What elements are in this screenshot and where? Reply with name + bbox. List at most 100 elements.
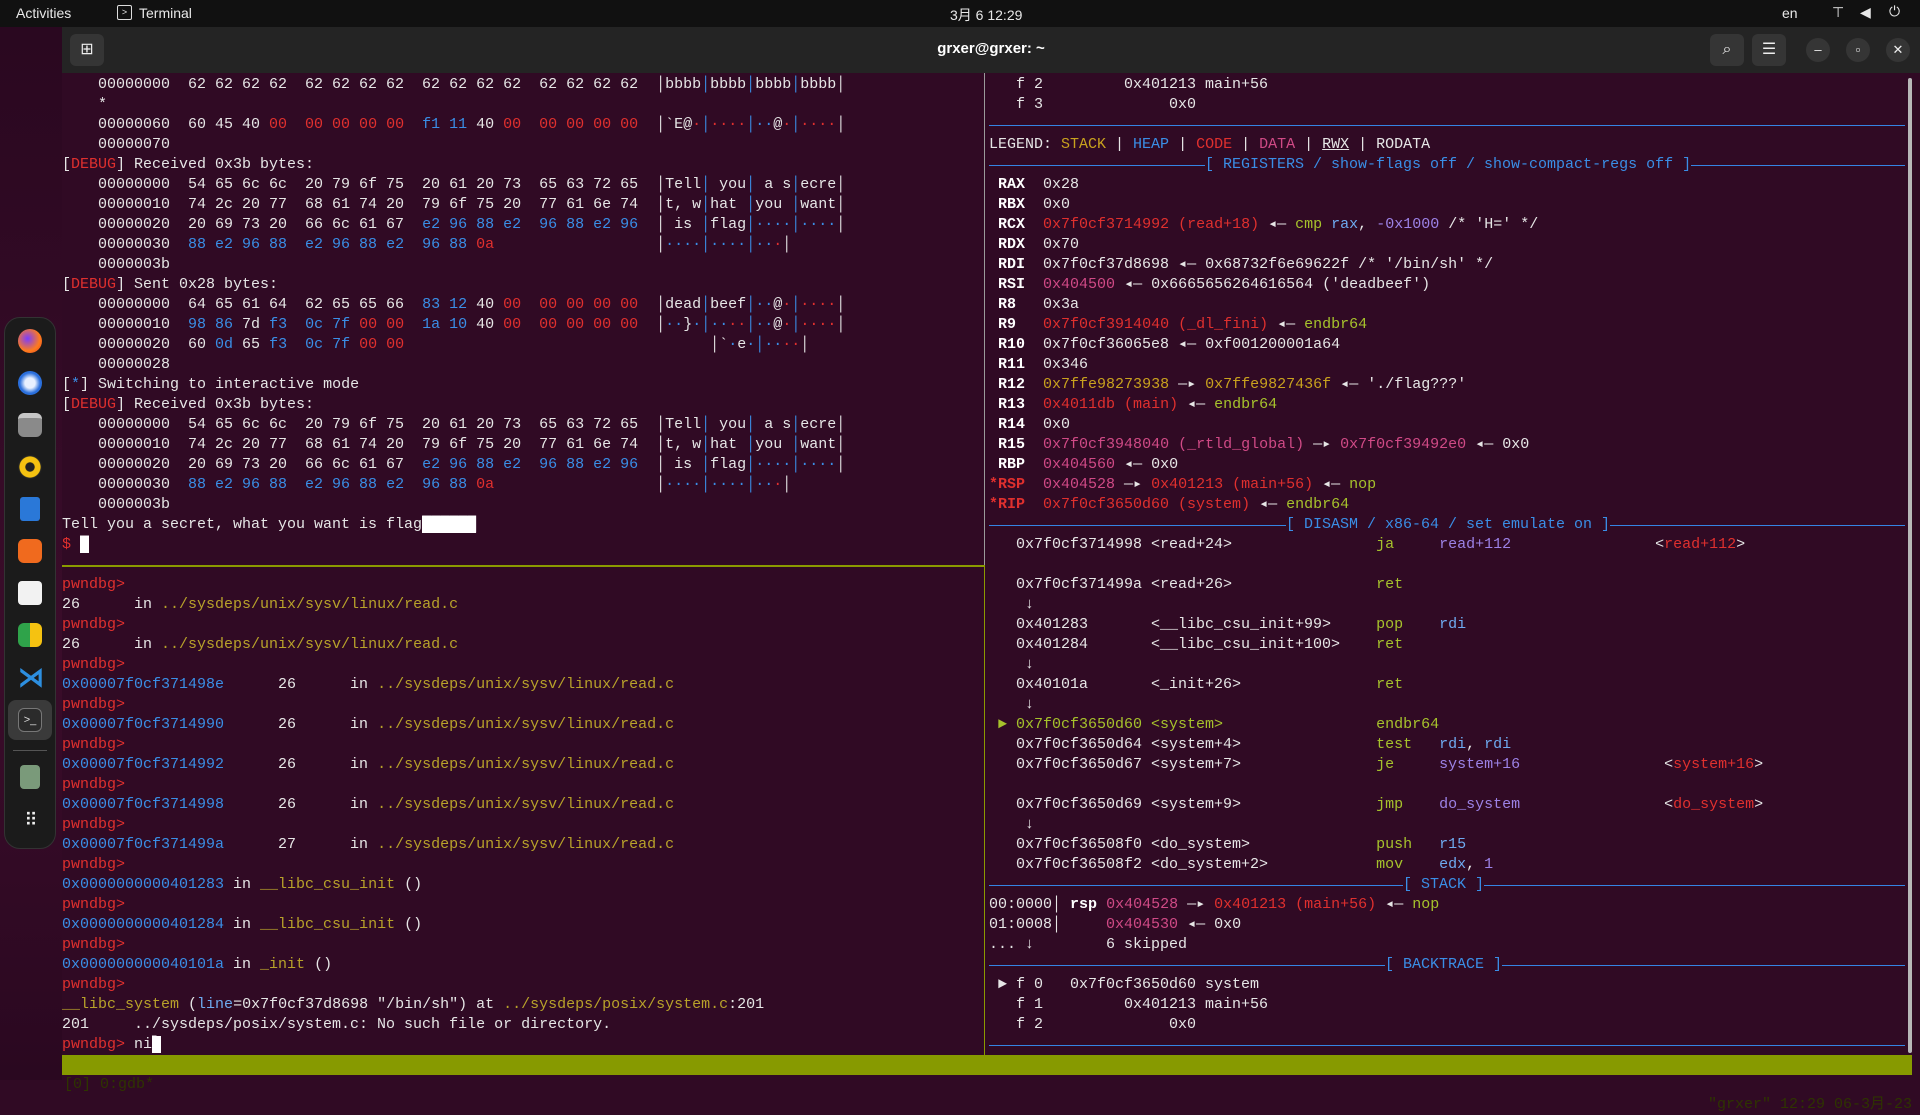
input-language[interactable]: en xyxy=(1782,5,1798,21)
firefox-icon[interactable] xyxy=(18,329,42,353)
network-icon[interactable]: ⊤ xyxy=(1832,4,1844,21)
text-segment: pwndbg> xyxy=(62,856,126,873)
files-icon[interactable] xyxy=(18,413,42,437)
cursor: █ xyxy=(80,536,90,553)
text-segment: 26 in xyxy=(62,596,162,613)
activities-button[interactable]: Activities xyxy=(16,5,71,21)
tmux-pane-exploit-output[interactable]: 00000000 62 62 62 62 62 62 62 62 62 62 6… xyxy=(62,75,984,555)
pane-divider-vertical[interactable] xyxy=(984,73,985,565)
trash-icon[interactable] xyxy=(20,765,40,789)
thunderbird-icon[interactable] xyxy=(18,371,42,395)
minimize-button[interactable]: – xyxy=(1806,38,1830,62)
text-segment: /* 'H=' */ xyxy=(1439,216,1539,233)
text-segment: STACK xyxy=(1061,136,1107,153)
text-segment: R9 xyxy=(998,316,1017,333)
top-bar: Activities > Terminal 3月 6 12:29 en ⊤ ◀ … xyxy=(0,0,1920,27)
rhythmbox-icon[interactable] xyxy=(18,455,42,479)
text-segment: 0x7f0cf3714998 <read+24> xyxy=(989,536,1377,553)
app-grid-icon[interactable]: ⠿ xyxy=(18,808,42,832)
notes-icon[interactable] xyxy=(18,623,42,647)
terminal-line: pwndbg> xyxy=(62,695,984,715)
text-segment: | xyxy=(1106,136,1134,153)
text-segment: 0x000000000040101a xyxy=(62,956,225,973)
terminal-line: [*] Switching to interactive mode xyxy=(62,375,984,395)
text-segment: │ xyxy=(746,176,756,193)
terminal-line: ↓ xyxy=(989,595,1905,615)
software-center-icon[interactable] xyxy=(18,539,42,563)
text-segment: < xyxy=(1511,536,1665,553)
tmux-window-list[interactable]: [0] 0:gdb* xyxy=(64,1075,154,1095)
vscode-icon[interactable]: ⋊ xyxy=(18,664,44,690)
text-segment xyxy=(404,336,710,353)
text-segment: ret xyxy=(1376,636,1404,653)
text-segment xyxy=(989,236,998,253)
text-segment: () xyxy=(305,956,333,973)
text-segment: 0x3a xyxy=(1016,296,1080,313)
menu-button[interactable]: ☰ xyxy=(1752,34,1786,66)
tmux-pane-gdb-console[interactable]: pwndbg> 26 in ../sysdeps/unix/sysv/linux/… xyxy=(62,575,984,1055)
text-segment: · xyxy=(746,336,756,353)
text-segment xyxy=(989,356,998,373)
minimize-icon: – xyxy=(1814,42,1822,57)
terminal-line: 0x7f0cf371499a <read+26> ret xyxy=(989,575,1905,595)
text-segment: │ xyxy=(746,316,756,333)
text-editor-icon[interactable] xyxy=(18,581,42,605)
text-segment: │ xyxy=(836,116,846,133)
text-segment: CODE xyxy=(1196,136,1233,153)
text-segment: pwndbg> xyxy=(62,816,126,833)
text-segment: | RODATA xyxy=(1349,136,1431,153)
text-segment: ◂— xyxy=(1178,396,1215,413)
terminal-icon[interactable]: >_ xyxy=(18,708,42,732)
text-segment: 26 in xyxy=(224,796,378,813)
text-segment: │ xyxy=(1052,916,1062,933)
terminal-line: R14 0x0 xyxy=(989,415,1905,435)
text-segment: 00000030 xyxy=(62,476,189,493)
text-segment: > xyxy=(1754,756,1764,773)
clock[interactable]: 3月 6 12:29 xyxy=(950,5,1022,25)
text-segment: ../sysdeps/unix/sysv/linux/read.c xyxy=(377,796,675,813)
text-segment: cmp xyxy=(1295,216,1323,233)
maximize-button[interactable]: ▫ xyxy=(1846,38,1870,62)
close-button[interactable]: ✕ xyxy=(1886,38,1910,62)
terminal-line: pwndbg> ni▌ xyxy=(62,1035,984,1055)
search-icon: ⌕ xyxy=(1722,41,1732,58)
terminal-line: pwndbg> xyxy=(62,655,984,675)
scrollbar[interactable] xyxy=(1908,78,1912,1053)
text-segment: __libc_system xyxy=(62,996,180,1013)
text-segment: pwndbg> xyxy=(62,576,126,593)
terminal-line: 00000010 74 2c 20 77 68 61 74 20 79 6f 7… xyxy=(62,195,984,215)
writer-icon[interactable] xyxy=(20,497,40,521)
text-segment: · xyxy=(782,116,792,133)
pane-divider-horizontal[interactable] xyxy=(62,565,984,567)
text-segment: │ xyxy=(656,296,666,313)
terminal-line xyxy=(989,1035,1905,1055)
text-segment: 0x7f0cf37d8698 ◂— 0x68732f6e69622f /* '/… xyxy=(1025,256,1494,273)
text-segment: e2 96 88 e2 96 88 e2 96 xyxy=(422,216,657,233)
search-button[interactable]: ⌕ xyxy=(1710,34,1744,66)
text-segment: , xyxy=(1358,216,1377,233)
text-segment: · xyxy=(773,476,783,493)
text-segment: │ xyxy=(836,216,846,233)
terminal-app-icon: > xyxy=(117,5,132,20)
app-menu[interactable]: Terminal xyxy=(139,5,192,21)
text-segment: DEBUG xyxy=(71,276,117,293)
text-segment: f3 0c 7f xyxy=(269,336,360,353)
text-segment: 1 xyxy=(1484,856,1494,873)
power-icon[interactable]: ⏻ xyxy=(1889,3,1900,20)
text-segment: je xyxy=(1376,756,1440,773)
text-segment: e2 96 88 e2 96 88 e2 96 xyxy=(422,456,657,473)
tmux-pane-pwndbg-context[interactable]: f 2 0x401213 main+56 f 3 0x0 LEGEND: STAC… xyxy=(989,75,1905,1055)
text-segment: ██████ xyxy=(422,516,477,533)
text-segment: · xyxy=(728,336,738,353)
text-segment: —▸ xyxy=(1115,476,1152,493)
text-segment: __libc_csu_init xyxy=(260,876,396,893)
text-segment: 01:0008 xyxy=(989,916,1053,933)
pane-divider-vertical-active[interactable] xyxy=(984,565,985,1055)
text-segment: │ xyxy=(656,196,666,213)
text-segment: │ xyxy=(791,216,801,233)
text-segment: pwndbg> xyxy=(62,776,126,793)
volume-icon[interactable]: ◀ xyxy=(1860,4,1871,21)
text-segment: │ xyxy=(701,76,711,93)
text-segment: 83 12 xyxy=(422,296,477,313)
text-segment: ·· xyxy=(665,316,684,333)
